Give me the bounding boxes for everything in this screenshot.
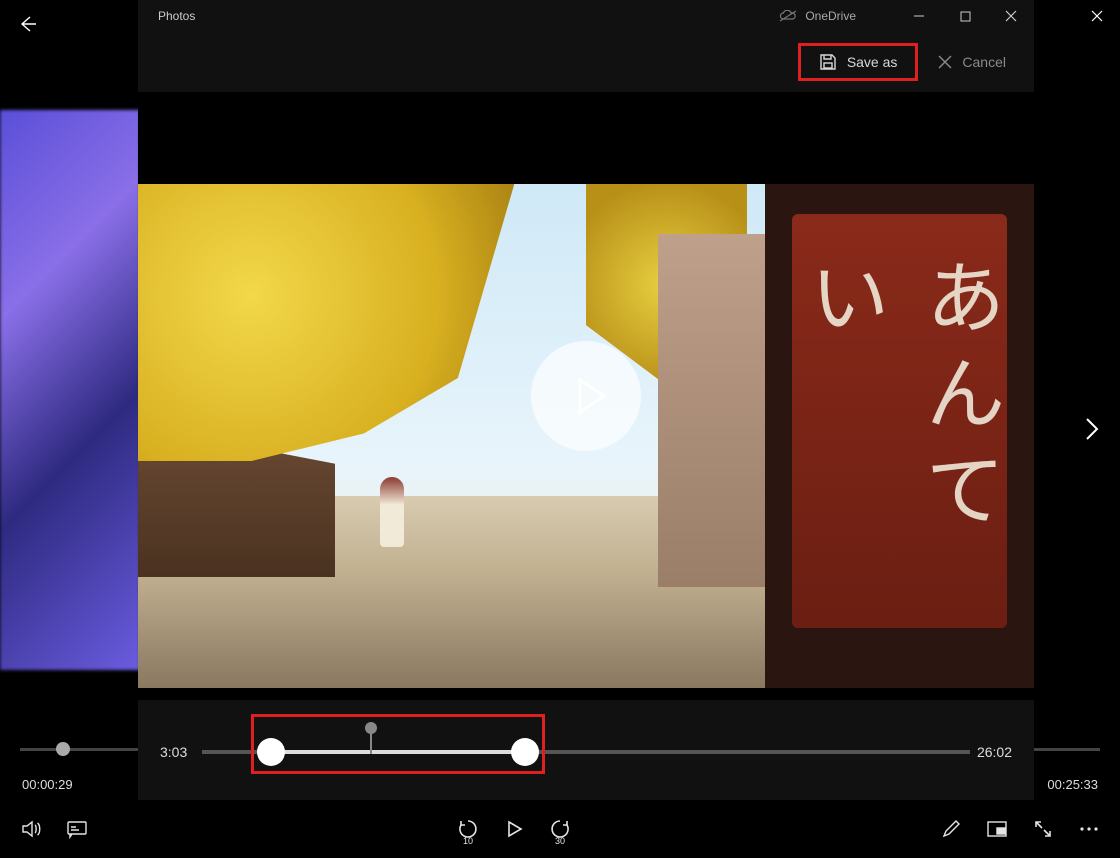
trim-end-handle[interactable] [511,738,539,766]
more-button[interactable] [1068,808,1110,850]
cancel-label: Cancel [962,54,1006,70]
annotation-highlight [251,714,544,774]
trim-selection [271,750,524,754]
pip-icon [986,820,1008,838]
app-title: Photos [138,9,195,23]
close-icon [938,55,952,69]
fullscreen-icon [1033,819,1053,839]
skip-fwd-seconds: 30 [555,836,565,846]
skip-back-seconds: 10 [463,836,473,846]
outer-total-time: 00:25:33 [1047,777,1098,792]
outer-close-button[interactable] [1074,0,1120,32]
play-overlay-button[interactable] [531,341,641,451]
next-media-button[interactable] [1074,405,1110,453]
skip-forward-button[interactable]: 30 [539,808,581,850]
photos-trim-editor: Photos OneDrive Save as Cancel [138,0,1034,800]
pencil-icon [941,819,961,839]
outer-seek-knob[interactable] [56,742,70,756]
outer-player-controls: 10 30 [0,800,1120,858]
subtitles-icon [66,819,88,839]
video-preview[interactable] [138,92,1034,700]
trim-timeline: 3:03 26:02 [138,700,1034,800]
editor-titlebar: Photos OneDrive [138,0,1034,32]
onedrive-label: OneDrive [805,9,856,23]
background-art [0,110,140,670]
save-as-button[interactable]: Save as [798,43,919,81]
captions-button[interactable] [56,808,98,850]
play-button[interactable] [493,808,535,850]
speaker-icon [20,818,42,840]
fullscreen-button[interactable] [1022,808,1064,850]
trim-start-time: 3:03 [160,744,187,760]
play-icon [568,374,612,418]
play-icon [504,819,524,839]
mini-view-button[interactable] [976,808,1018,850]
save-as-label: Save as [847,54,898,70]
cloud-off-icon [779,10,797,22]
edit-button[interactable] [930,808,972,850]
trim-start-handle[interactable] [257,738,285,766]
skip-back-button[interactable]: 10 [447,808,489,850]
volume-button[interactable] [10,808,52,850]
outer-current-time: 00:00:29 [22,777,73,792]
close-button[interactable] [988,0,1034,32]
minimize-button[interactable] [896,0,942,32]
outer-window-controls [1074,0,1120,32]
editor-toolbar: Save as Cancel [138,32,1034,92]
onedrive-status[interactable]: OneDrive [779,9,856,23]
back-button[interactable] [18,14,42,38]
cancel-button[interactable]: Cancel [924,43,1020,81]
save-icon [819,53,837,71]
maximize-button[interactable] [942,0,988,32]
ellipsis-icon [1079,826,1099,832]
trim-end-time: 26:02 [977,744,1012,760]
